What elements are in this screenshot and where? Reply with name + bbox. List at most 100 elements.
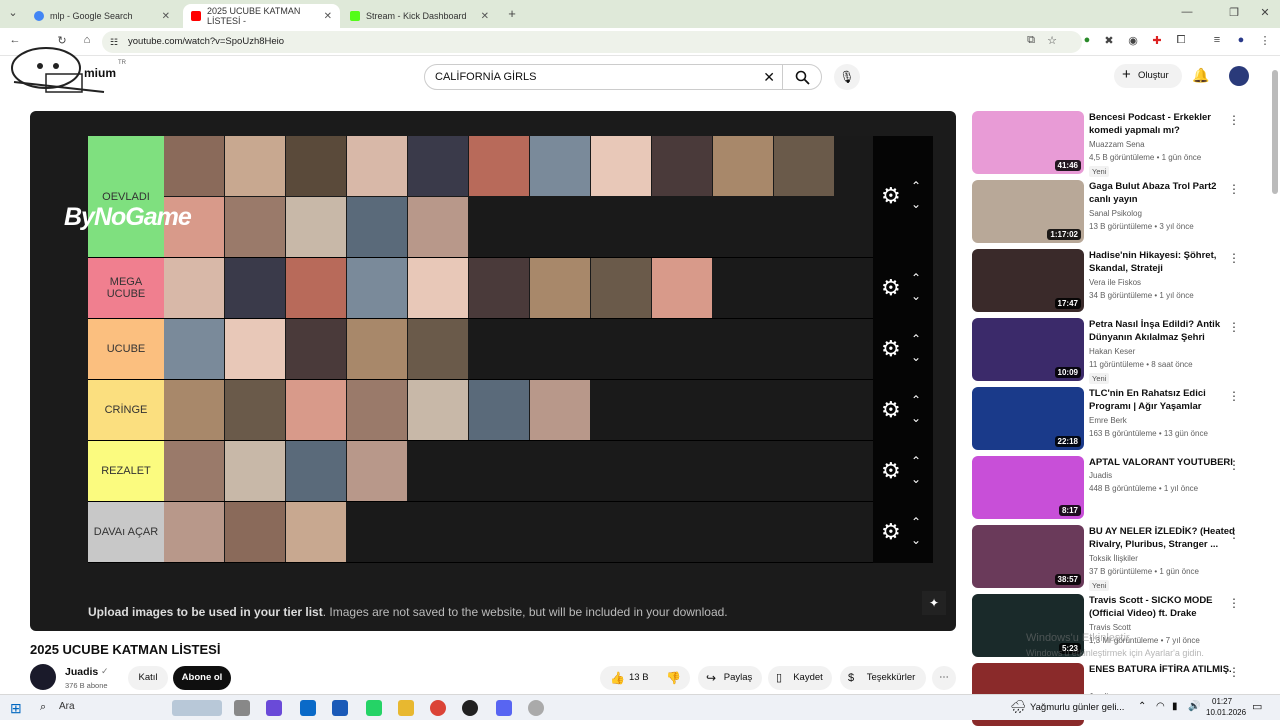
- reading-list-icon[interactable]: ≡: [1210, 34, 1224, 46]
- notification-center-icon[interactable]: ▭: [1252, 700, 1262, 713]
- tier-item-image[interactable]: [225, 197, 285, 257]
- move-up-icon[interactable]: ⌃: [911, 332, 921, 346]
- tier-item-image[interactable]: [408, 258, 468, 318]
- video-title[interactable]: APTAL VALORANT YOUTUBERI: [1089, 456, 1239, 469]
- tier-item-image[interactable]: [164, 502, 224, 562]
- channel-avatar[interactable]: [30, 664, 56, 690]
- extension-icon[interactable]: ✖: [1102, 34, 1116, 47]
- channel-name[interactable]: Vera ile Fiskos: [1089, 278, 1141, 287]
- like-count[interactable]: 13 B: [629, 666, 649, 690]
- tier-item-image[interactable]: [347, 319, 407, 379]
- gear-icon[interactable]: ⚙: [881, 519, 901, 545]
- move-up-icon[interactable]: ⌃: [911, 454, 921, 468]
- tier-item-image[interactable]: [408, 380, 468, 440]
- tier-label[interactable]: UCUBE: [88, 319, 164, 379]
- tier-item-image[interactable]: [347, 441, 407, 501]
- move-up-icon[interactable]: ⌃: [911, 179, 921, 193]
- tier-item-image[interactable]: [713, 136, 773, 196]
- tier-item-image[interactable]: [347, 258, 407, 318]
- tier-item-image[interactable]: [164, 136, 224, 196]
- more-options-icon[interactable]: ⋮: [1228, 389, 1240, 403]
- task-view-icon[interactable]: [234, 700, 250, 716]
- profile-avatar[interactable]: ●: [1234, 34, 1248, 46]
- logo-sticker[interactable]: mium TR: [4, 44, 126, 100]
- maximize-icon[interactable]: ❐: [1227, 6, 1241, 19]
- new-tab-button[interactable]: +: [505, 6, 519, 21]
- cast-icon[interactable]: ⧉: [1024, 34, 1038, 47]
- video-title[interactable]: ENES BATURA İFTİRA ATILMIŞ.: [1089, 663, 1239, 676]
- tab-kick[interactable]: Stream - Kick Dashboard ✕: [342, 4, 497, 28]
- search-icon[interactable]: [795, 70, 810, 85]
- address-bar[interactable]: ☷ youtube.com/watch?v=SpoUzh8Heio: [102, 31, 1082, 53]
- move-down-icon[interactable]: ⌄: [911, 411, 921, 425]
- video-thumbnail[interactable]: 38:57: [972, 525, 1084, 588]
- tier-item-image[interactable]: [408, 319, 468, 379]
- app-icon[interactable]: [528, 700, 544, 716]
- video-title[interactable]: Gaga Bulut Abaza Trol Part2 canlı yayın: [1089, 180, 1239, 206]
- tab-youtube[interactable]: 2025 UCUBE KATMAN LİSTESİ - ✕: [183, 4, 340, 28]
- video-player[interactable]: OEVLADI ⚙ ⌃ ⌄ MEGA UCUBE ⚙ ⌃ ⌄ UCUBE ⚙ ⌃ ⌄ CRİNGE ⚙ ⌃ ⌄…: [30, 111, 956, 631]
- tier-item-image[interactable]: [286, 441, 346, 501]
- tier-item-image[interactable]: [469, 258, 529, 318]
- copilot-icon[interactable]: [266, 700, 282, 716]
- minimize-icon[interactable]: —: [1180, 6, 1194, 18]
- clock-date[interactable]: 10.01.2026: [1206, 708, 1246, 717]
- video-title[interactable]: Travis Scott - SICKO MODE (Official Vide…: [1089, 594, 1239, 620]
- create-button[interactable]: + Oluştur: [1114, 64, 1182, 88]
- more-options-icon[interactable]: ⋮: [1228, 665, 1240, 679]
- weather-text[interactable]: Yağmurlu günler geli...: [1030, 702, 1124, 713]
- recommended-video[interactable]: 17:47 Hadise'nin Hikayesi: Şöhret, Skanda…: [972, 249, 1272, 313]
- volume-icon[interactable]: 🔊: [1188, 701, 1200, 712]
- tier-item-image[interactable]: [286, 502, 346, 562]
- video-thumbnail[interactable]: 10:09: [972, 318, 1084, 381]
- discord-icon[interactable]: [496, 700, 512, 716]
- channel-name[interactable]: Juadis: [65, 666, 98, 678]
- extension-icon[interactable]: ●: [1080, 34, 1094, 46]
- close-icon[interactable]: ✕: [162, 11, 170, 22]
- tier-item-image[interactable]: [469, 380, 529, 440]
- video-thumbnail[interactable]: 1:17:02: [972, 180, 1084, 243]
- move-down-icon[interactable]: ⌄: [911, 197, 921, 211]
- recommended-video[interactable]: 8:17 APTAL VALORANT YOUTUBERI Juadis 448 B …: [972, 456, 1272, 520]
- store-icon[interactable]: [300, 700, 316, 716]
- clear-search-icon[interactable]: ✕: [763, 65, 775, 89]
- avatar[interactable]: [1229, 66, 1249, 86]
- channel-name[interactable]: Travis Scott: [1089, 623, 1131, 632]
- channel-name[interactable]: Hakan Keser: [1089, 347, 1135, 356]
- bookmark-star-icon[interactable]: ☆: [1045, 34, 1059, 47]
- tier-item-image[interactable]: [469, 136, 529, 196]
- start-icon[interactable]: ⊞: [10, 700, 22, 717]
- tier-item-image[interactable]: [164, 380, 224, 440]
- tier-item-image[interactable]: [225, 502, 285, 562]
- tier-item-image[interactable]: [774, 136, 834, 196]
- more-options-icon[interactable]: ⋮: [1228, 182, 1240, 196]
- more-options-icon[interactable]: ⋮: [1228, 458, 1240, 472]
- video-thumbnail[interactable]: 22:18: [972, 387, 1084, 450]
- tier-label[interactable]: REZALET: [88, 441, 164, 501]
- tray-chevron-icon[interactable]: ⌃: [1138, 701, 1146, 712]
- recommended-video[interactable]: 38:57 BU AY NELER İZLEDİK? (Heated Rivalr…: [972, 525, 1272, 591]
- voice-search-button[interactable]: 🎙: [834, 64, 860, 90]
- more-options-icon[interactable]: ⋮: [1228, 596, 1240, 610]
- recommended-video[interactable]: 1:17:02 Gaga Bulut Abaza Trol Part2 canlı…: [972, 180, 1272, 244]
- move-down-icon[interactable]: ⌄: [911, 472, 921, 486]
- close-icon[interactable]: ✕: [324, 11, 332, 22]
- file-explorer-icon[interactable]: [398, 700, 414, 716]
- video-thumbnail[interactable]: 17:47: [972, 249, 1084, 312]
- move-up-icon[interactable]: ⌃: [911, 393, 921, 407]
- gear-icon[interactable]: ⚙: [881, 458, 901, 484]
- tier-item-image[interactable]: [652, 258, 712, 318]
- extension-icon[interactable]: ✚: [1150, 34, 1164, 47]
- chrome-icon[interactable]: [430, 700, 446, 716]
- move-down-icon[interactable]: ⌄: [911, 289, 921, 303]
- channel-name[interactable]: Sanal Psikolog: [1089, 209, 1142, 218]
- whatsapp-icon[interactable]: [366, 700, 382, 716]
- tier-item-image[interactable]: [408, 136, 468, 196]
- tier-label[interactable]: OEVLADI: [88, 136, 164, 257]
- save-button[interactable]: ▯ Kaydet: [768, 666, 832, 690]
- tier-item-image[interactable]: [164, 441, 224, 501]
- more-options-icon[interactable]: ⋮: [1228, 251, 1240, 265]
- tier-item-image[interactable]: [225, 380, 285, 440]
- video-title[interactable]: Hadise'nin Hikayesi: Şöhret, Skandal, St…: [1089, 249, 1239, 275]
- move-up-icon[interactable]: ⌃: [911, 271, 921, 285]
